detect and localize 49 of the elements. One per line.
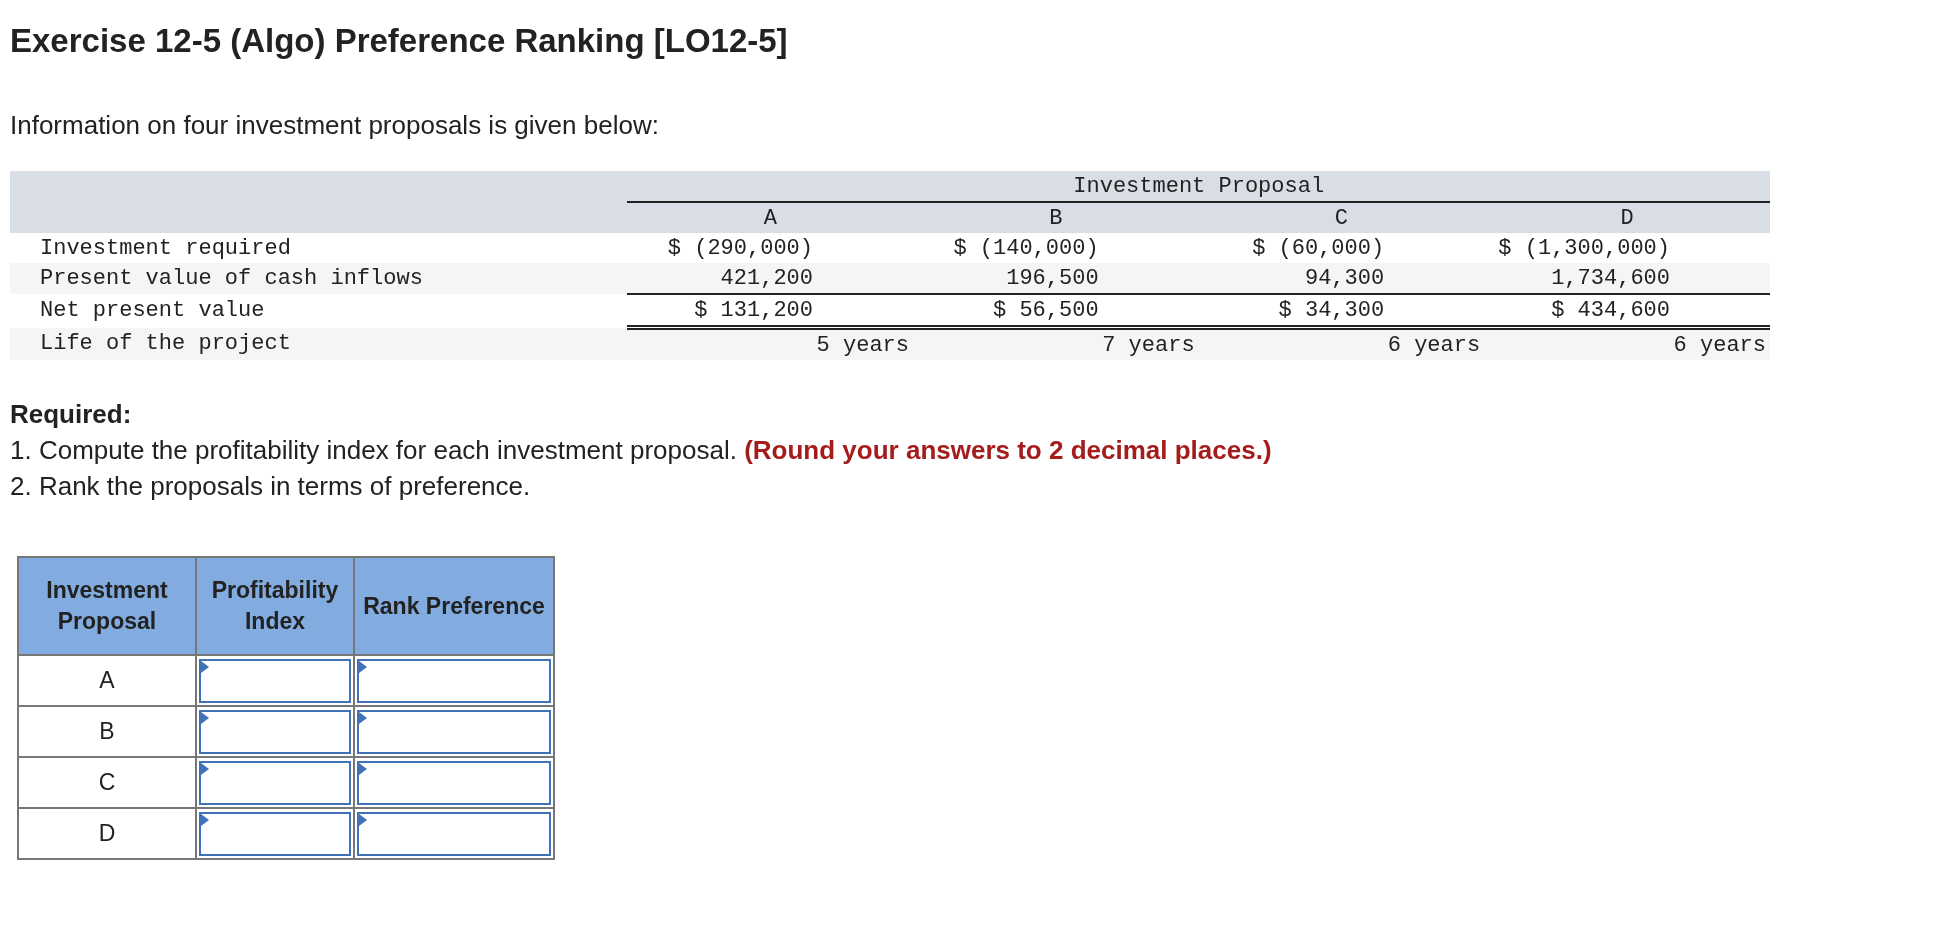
instruction-text: 1. Compute the profitability index for each investment proposal. (Round your answers to 2 decimal places.)	[10, 434, 1273, 467]
required-heading: Required:	[10, 398, 133, 431]
triangle-icon	[359, 660, 367, 673]
answer-field[interactable]	[199, 709, 351, 754]
column-heading: Investment Proposal	[18, 557, 196, 655]
table-cell: 1,734,600	[1484, 263, 1770, 294]
column-heading: B	[913, 202, 1199, 233]
table-cell: 6 years	[1484, 327, 1770, 360]
table-cell: 5 years	[627, 327, 914, 360]
table-cell: $ (290,000)	[627, 233, 914, 263]
table-cell: $ (1,300,000)	[1484, 233, 1770, 263]
triangle-icon	[201, 762, 209, 775]
answer-field[interactable]	[357, 760, 551, 805]
table-cell: 196,500	[913, 263, 1199, 294]
table-cell: 7 years	[913, 327, 1199, 360]
proposal-cell: C	[18, 757, 196, 808]
triangle-icon	[359, 813, 367, 826]
column-heading: Profitability Index	[196, 557, 354, 655]
proposal-cell: B	[18, 706, 196, 757]
column-heading: Rank Preference	[354, 557, 554, 655]
column-heading: C	[1198, 202, 1485, 233]
intro-text: Information on four investment proposals is given below:	[10, 110, 660, 141]
triangle-icon	[201, 813, 209, 826]
triangle-icon	[359, 711, 367, 724]
answer-field[interactable]	[199, 760, 351, 805]
triangle-icon	[359, 762, 367, 775]
row-label: Net present value	[10, 294, 628, 328]
row-label: Investment required	[10, 233, 628, 263]
triangle-icon	[201, 660, 209, 673]
column-group-heading: Investment Proposal	[627, 171, 1770, 202]
answer-field[interactable]	[357, 709, 551, 754]
instruction-text: 2. Rank the proposals in terms of preference.	[10, 470, 532, 503]
table-cell: 421,200	[627, 263, 914, 294]
column-heading: D	[1484, 202, 1770, 233]
row-label: Life of the project	[10, 327, 628, 360]
exercise-title: Exercise 12-5 (Algo) Preference Ranking [LO12-5]	[10, 22, 789, 60]
answer-field[interactable]	[199, 811, 351, 856]
table-cell: $ (60,000)	[1198, 233, 1485, 263]
answer-field[interactable]	[357, 658, 551, 703]
column-heading: A	[627, 202, 914, 233]
answer-field[interactable]	[199, 658, 351, 703]
table-cell: 6 years	[1198, 327, 1485, 360]
table-cell: 94,300	[1198, 263, 1485, 294]
row-label: Present value of cash inflows	[10, 263, 628, 294]
answer-field[interactable]	[357, 811, 551, 856]
table-cell: $ (140,000)	[913, 233, 1199, 263]
proposal-cell: D	[18, 808, 196, 859]
triangle-icon	[201, 711, 209, 724]
proposal-cell: A	[18, 655, 196, 706]
